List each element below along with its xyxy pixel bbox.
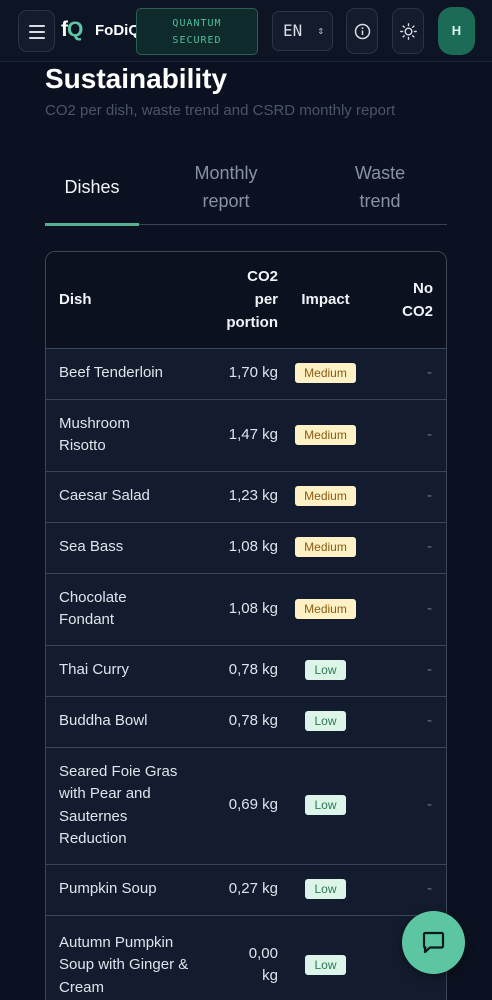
no-co2-value: - bbox=[427, 661, 432, 679]
impact-badge: Medium bbox=[295, 486, 356, 507]
dish-name: Beef Tenderloin bbox=[59, 364, 163, 382]
impact-badge: Low bbox=[305, 795, 346, 816]
table-row[interactable]: Sea Bass 1,08 kg Medium - bbox=[46, 522, 446, 573]
info-icon bbox=[354, 23, 371, 40]
co2-value: 0,78 kg bbox=[228, 661, 278, 679]
table-row[interactable]: Autumn Pumpkin Soup with Ginger & Cream … bbox=[46, 915, 446, 1000]
co2-value: 1,23 kg bbox=[228, 487, 278, 505]
table-row[interactable]: Buddha Bowl 0,78 kg Low - bbox=[46, 696, 446, 747]
table-row[interactable]: Thai Curry 0,78 kg Low - bbox=[46, 645, 446, 696]
dishes-table: Dish CO2 per portion Impact No CO2 Beef … bbox=[45, 251, 447, 1000]
impact-badge: Low bbox=[305, 711, 346, 732]
table-row[interactable]: Mushroom Risotto 1,47 kg Medium - bbox=[46, 399, 446, 471]
dish-name: Chocolate Fondant bbox=[59, 588, 127, 629]
no-co2-value: - bbox=[427, 712, 432, 730]
impact-badge: Medium bbox=[295, 537, 356, 558]
top-bar: fQ FoDiQ QUANTUM SECURED EN ⇕ H bbox=[0, 0, 492, 62]
dish-name: Autumn Pumpkin Soup with Ginger & Cream bbox=[59, 933, 189, 996]
co2-value: 1,70 kg bbox=[228, 364, 278, 382]
column-header-co2[interactable]: CO2 per portion bbox=[200, 252, 278, 348]
active-tab-indicator bbox=[45, 223, 139, 226]
no-co2-value: - bbox=[427, 487, 432, 505]
theme-toggle-button[interactable] bbox=[392, 8, 424, 54]
impact-badge: Low bbox=[305, 955, 346, 975]
no-co2-value: - bbox=[427, 796, 432, 814]
quantum-secured-badge: QUANTUM SECURED bbox=[136, 8, 258, 55]
user-avatar[interactable]: H bbox=[438, 7, 475, 55]
table-header-row: Dish CO2 per portion Impact No CO2 bbox=[46, 252, 446, 348]
dish-name: Buddha Bowl bbox=[59, 712, 148, 730]
co2-value: 0,27 kg bbox=[228, 880, 278, 898]
page-title: Sustainability bbox=[45, 63, 228, 94]
tab-dishes[interactable]: Dishes bbox=[45, 150, 139, 224]
menu-button[interactable] bbox=[18, 10, 55, 52]
co2-value: 0,69 kg bbox=[228, 796, 278, 814]
page-subtitle: CO2 per dish, waste trend and CSRD month… bbox=[45, 102, 396, 119]
chat-button[interactable] bbox=[402, 911, 465, 974]
co2-value: 0,00 kg bbox=[248, 944, 278, 985]
table-row[interactable]: Beef Tenderloin 1,70 kg Medium - bbox=[46, 348, 446, 399]
hamburger-icon bbox=[29, 25, 45, 27]
chevron-up-down-icon: ⇕ bbox=[317, 24, 324, 37]
chat-bubble-icon bbox=[422, 931, 445, 954]
impact-badge: Medium bbox=[295, 363, 356, 384]
dish-name: Sea Bass bbox=[59, 538, 124, 556]
co2-value: 1,08 kg bbox=[228, 538, 278, 556]
logo-mark[interactable]: fQ bbox=[61, 19, 83, 41]
no-co2-value: - bbox=[427, 364, 432, 382]
table-row[interactable]: Chocolate Fondant 1,08 kg Medium - bbox=[46, 573, 446, 645]
table-row[interactable]: Pumpkin Soup 0,27 kg Low - bbox=[46, 864, 446, 915]
column-header-no-co2[interactable]: No CO2 bbox=[373, 252, 446, 348]
table-row[interactable]: Caesar Salad 1,23 kg Medium - bbox=[46, 471, 446, 522]
no-co2-value: - bbox=[427, 425, 432, 443]
impact-badge: Low bbox=[305, 879, 346, 900]
impact-badge: Medium bbox=[295, 424, 356, 445]
info-button[interactable] bbox=[346, 8, 378, 54]
co2-value: 1,08 kg bbox=[228, 599, 278, 617]
dish-name: Seared Foie Gras with Pear and Sauternes… bbox=[59, 762, 178, 848]
sun-icon bbox=[400, 23, 417, 40]
dish-name: Mushroom Risotto bbox=[59, 414, 130, 455]
column-header-dish[interactable]: Dish bbox=[46, 252, 200, 348]
dish-name: Thai Curry bbox=[59, 661, 130, 679]
tab-waste-trend[interactable]: Waste trend bbox=[330, 150, 430, 224]
dish-name: Caesar Salad bbox=[59, 487, 150, 505]
no-co2-value: - bbox=[427, 880, 432, 898]
no-co2-value: - bbox=[427, 538, 432, 556]
impact-badge: Medium bbox=[295, 598, 356, 619]
co2-value: 1,47 kg bbox=[228, 425, 278, 443]
co2-value: 0,78 kg bbox=[228, 712, 278, 730]
dish-name: Pumpkin Soup bbox=[59, 880, 157, 898]
column-header-impact[interactable]: Impact bbox=[278, 252, 373, 348]
language-select[interactable]: EN ⇕ bbox=[272, 11, 333, 51]
table-row[interactable]: Seared Foie Gras with Pear and Sauternes… bbox=[46, 747, 446, 864]
tab-bar: Dishes Monthly report Waste trend bbox=[45, 150, 447, 226]
brand-name[interactable]: FoDiQ bbox=[95, 22, 140, 39]
tab-monthly-report[interactable]: Monthly report bbox=[175, 150, 277, 224]
no-co2-value: - bbox=[427, 599, 432, 617]
impact-badge: Low bbox=[305, 660, 346, 681]
